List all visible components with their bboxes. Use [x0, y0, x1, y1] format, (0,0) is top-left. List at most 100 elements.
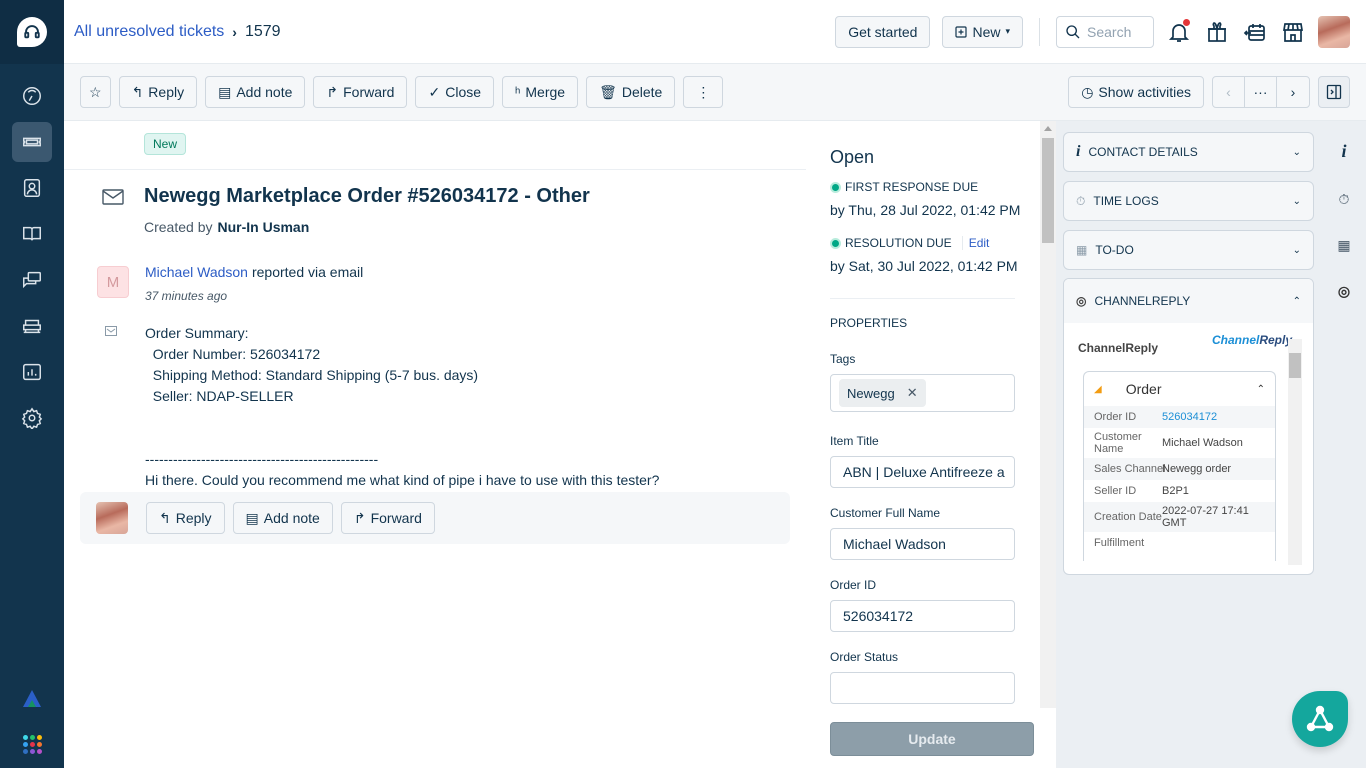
ticket-status: Open — [830, 147, 875, 167]
reply-bar-forward-button[interactable]: ↱ Forward — [340, 502, 435, 534]
tag-label: Newegg — [847, 385, 895, 401]
ticket-conversation: New Newegg Marketplace Order #526034172 … — [64, 121, 806, 768]
order-row: Seller ID B2P1 — [1084, 480, 1275, 502]
reply-bar: ↰ Reply ▤ Add note ↱ Forward — [80, 492, 790, 544]
logo-part-a: Channel — [1212, 333, 1260, 347]
order-card-header[interactable]: ◢ Order ⌃ — [1084, 372, 1275, 406]
toggle-sidebar-button[interactable] — [1318, 76, 1350, 108]
notifications-button[interactable] — [1166, 18, 1192, 45]
close-ticket-button[interactable]: ✓ Close — [415, 76, 495, 108]
note-icon: ▤ — [245, 509, 259, 526]
time-logs-label: TIME LOGS — [1093, 194, 1159, 208]
add-note-button[interactable]: ▤ Add note — [205, 76, 306, 108]
sidebar-item-solutions[interactable] — [12, 214, 52, 254]
scroll-thumb[interactable] — [1289, 353, 1301, 378]
delete-button[interactable]: 🗑︎ Delete — [586, 76, 676, 108]
sidebar-item-admin-tools[interactable] — [12, 306, 52, 346]
item-title-input[interactable]: ABN | Deluxe Antifreeze a — [830, 456, 1015, 488]
user-avatar[interactable] — [1318, 15, 1350, 48]
channelreply-rail-icon[interactable]: ◎ — [1338, 283, 1350, 300]
pager-more-button[interactable]: ··· — [1245, 77, 1277, 107]
resolution-date: by Sat, 30 Jul 2022, 01:42 PM — [830, 258, 1018, 274]
contact-details-accordion[interactable]: i CONTACT DETAILS ⌄ — [1063, 132, 1314, 172]
star-icon: ☆ — [89, 83, 102, 100]
notification-dot — [1183, 18, 1190, 26]
order-id-label: Order ID — [830, 578, 877, 592]
new-button[interactable]: New ▾ — [942, 15, 1023, 48]
breadcrumb-all-unresolved-tickets[interactable]: All unresolved tickets — [74, 23, 224, 41]
channelreply-label: CHANNELREPLY — [1094, 294, 1191, 308]
star-button[interactable]: ☆ — [80, 76, 111, 108]
order-status-input[interactable] — [830, 672, 1015, 704]
channelreply-title: ChannelReply — [1078, 341, 1159, 355]
order-status-label: Order Status — [830, 650, 899, 664]
network-triangle-icon — [1306, 705, 1334, 732]
merge-label: Merge — [525, 84, 566, 100]
sidebar-item-tickets[interactable] — [12, 122, 52, 162]
sidebar-item-reports[interactable] — [12, 352, 52, 392]
order-row-key: Seller ID — [1094, 485, 1137, 497]
properties-scrollbar[interactable] — [1040, 121, 1056, 708]
time-logs-accordion[interactable]: ⏱ TIME LOGS ⌄ — [1063, 181, 1314, 221]
check-circle-icon: ✓ — [428, 83, 441, 100]
marketplace-button[interactable] — [1280, 19, 1306, 45]
forward-button[interactable]: ↱ Forward — [313, 76, 408, 108]
sidebar-item-dashboard[interactable] — [12, 76, 52, 116]
contact-info-rail-icon[interactable]: i — [1341, 141, 1346, 162]
channelreply-scrollbar[interactable] — [1288, 339, 1302, 565]
clock-icon: ◷ — [1081, 83, 1094, 100]
edit-due-link[interactable]: Edit — [961, 236, 989, 250]
chevron-up-icon: ⌃ — [1292, 295, 1301, 307]
stopwatch-rail-icon[interactable]: ⏱ — [1339, 191, 1350, 208]
sidebar-item-settings[interactable] — [12, 398, 52, 438]
apps-panel: i CONTACT DETAILS ⌄ ⏱ TIME LOGS ⌄ ▦ TO-D… — [1056, 121, 1322, 768]
freddy-assistant-button[interactable] — [1292, 691, 1348, 747]
order-card: ◢ Order ⌃ Order ID 526034172 Customer Nam… — [1083, 371, 1276, 561]
order-row-value: 2022-07-27 17:41 GMT — [1162, 505, 1249, 529]
order-row: Order ID 526034172 — [1084, 406, 1275, 428]
contact-details-label: CONTACT DETAILS — [1088, 145, 1198, 159]
search-input[interactable]: Search — [1056, 15, 1154, 48]
get-started-button[interactable]: Get started — [835, 15, 931, 48]
apps-grid-icon[interactable] — [22, 735, 42, 754]
breadcrumb-ticket-id: 1579 — [244, 22, 281, 40]
email-icon — [102, 189, 124, 205]
properties-panel: Open FIRST RESPONSE DUE by Thu, 28 Jul 2… — [807, 121, 1056, 768]
update-button[interactable]: Update — [830, 722, 1034, 756]
reply-bar-reply-button[interactable]: ↰ Reply — [146, 502, 225, 534]
status-badge: New — [144, 133, 187, 155]
order-row-key: Fulfillment — [1094, 537, 1145, 549]
customer-name-label: Customer Full Name — [830, 506, 941, 520]
reply-bar-add-note-button[interactable]: ▤ Add note — [232, 502, 333, 534]
order-id-input[interactable]: 526034172 — [830, 600, 1015, 632]
next-ticket-button[interactable]: › — [1277, 77, 1309, 107]
plus-square-icon — [955, 25, 968, 38]
freddy-ai-icon[interactable] — [22, 689, 42, 709]
show-activities-button[interactable]: ◷ Show activities — [1068, 76, 1204, 108]
more-actions-button[interactable]: ⋮ — [683, 76, 724, 108]
sender-name-link[interactable]: Michael Wadson — [145, 264, 248, 280]
sofa-icon — [23, 319, 41, 334]
order-id-link[interactable]: 526034172 — [1162, 411, 1217, 423]
previous-ticket-button[interactable]: ‹ — [1213, 77, 1245, 107]
add-note-label: Add note — [263, 510, 320, 526]
todo-accordion[interactable]: ▦ TO-DO ⌄ — [1063, 230, 1314, 270]
order-row-key: Order ID — [1094, 411, 1137, 423]
tags-input[interactable]: Newegg ✕ — [830, 374, 1015, 412]
whats-new-button[interactable] — [1204, 19, 1230, 45]
calendar-rail-icon[interactable]: ▦ — [1337, 237, 1350, 254]
channelreply-accordion[interactable]: ◎ CHANNELREPLY ⌃ — [1064, 279, 1313, 323]
reply-button[interactable]: ↰ Reply — [118, 76, 198, 108]
customer-name-input[interactable]: Michael Wadson — [830, 528, 1015, 560]
sidebar-item-forums[interactable] — [12, 260, 52, 300]
channelreply-logo: ChannelReply — [1212, 333, 1292, 347]
scroll-up-arrow[interactable] — [1044, 126, 1052, 131]
app-logo[interactable] — [0, 0, 64, 64]
scroll-thumb[interactable] — [1042, 138, 1054, 243]
sidebar-item-contacts[interactable] — [12, 168, 52, 208]
reports-icon — [23, 363, 41, 381]
remove-tag-icon[interactable]: ✕ — [907, 385, 918, 401]
chat-icon — [23, 271, 41, 289]
calendar-sync-button[interactable] — [1242, 19, 1268, 45]
merge-button[interactable]: ʰ Merge — [502, 76, 579, 108]
